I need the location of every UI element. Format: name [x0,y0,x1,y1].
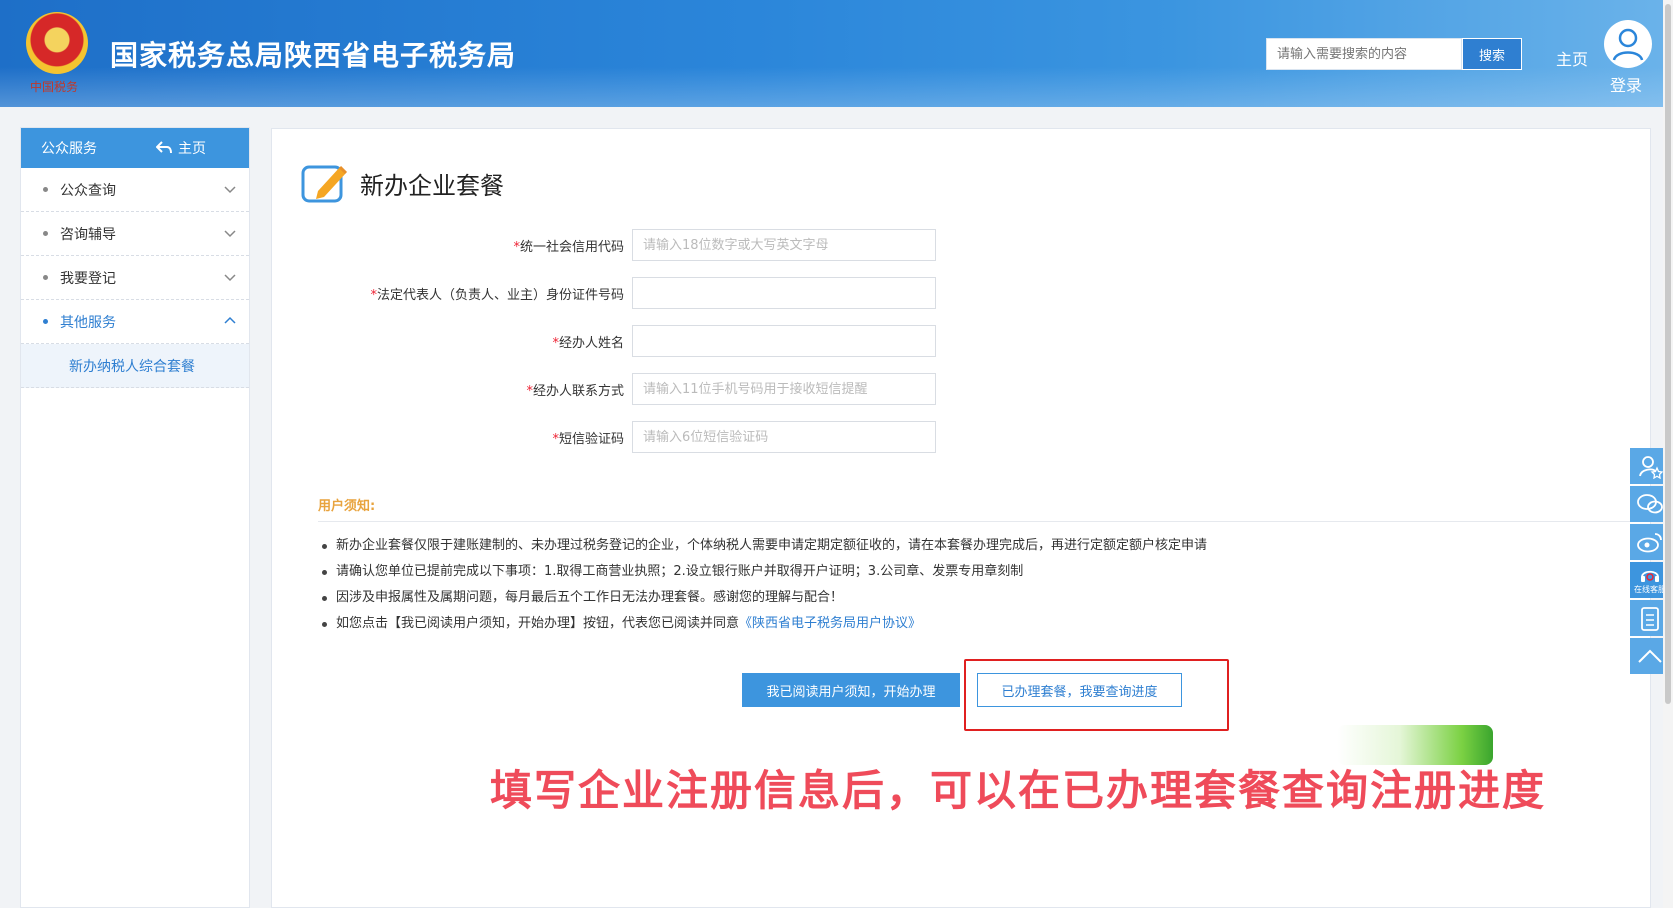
scrollbar-thumb[interactable] [1665,4,1671,704]
form-row-credit-code: *统一社会信用代码 [272,229,936,261]
agent-phone-input[interactable] [632,373,936,405]
sidebar: 公众服务 主页 公众查询 咨询辅导 我要登记 其他服务 新办纳税人综合套餐 [20,127,250,908]
sms-code-label: *短信验证码 [552,431,624,447]
sidebar-item-register[interactable]: 我要登记 [21,256,249,300]
home-link[interactable]: 主页 [1556,46,1588,70]
edit-form-icon [301,165,348,203]
bullet-icon [43,187,48,192]
credit-code-label: *统一社会信用代码 [513,239,624,255]
chevron-down-icon [224,274,236,282]
page-title-row: 新办企业套餐 [300,161,504,205]
agent-name-label: *经办人姓名 [552,335,624,351]
form-row-agent-phone: *经办人联系方式 [272,373,936,405]
chevron-up-icon [224,316,236,324]
sms-code-input[interactable] [632,421,936,453]
legal-rep-id-label: *法定代表人（负责人、业主）身份证件号码 [370,287,624,303]
sidebar-item-label: 其他服务 [60,314,116,331]
form-row-agent-name: *经办人姓名 [272,325,936,357]
user-avatar-icon[interactable] [1604,20,1652,68]
main-panel: 新办企业套餐 *统一社会信用代码 *法定代表人（负责人、业主）身份证件号码 *经… [271,128,1652,908]
page-scrollbar[interactable] [1663,0,1673,908]
notice-item: 因涉及申报属性及属期问题，每月最后五个工作日无法办理套餐。感谢您的理解与配合！ [320,585,1207,611]
login-link[interactable]: 登录 [1610,72,1642,96]
sidebar-header: 公众服务 主页 [21,128,249,168]
agent-name-input[interactable] [632,325,936,357]
notice-divider [318,521,1652,522]
sidebar-home-link[interactable]: 主页 [156,138,206,158]
sidebar-item-label: 公众查询 [60,182,116,199]
start-processing-button[interactable]: 我已阅读用户须知，开始办理 [742,673,960,707]
page-title: 新办企业套餐 [360,171,504,200]
notice-item: 请确认您单位已提前完成以下事项：1.取得工商营业执照；2.设立银行账户并取得开户… [320,559,1207,585]
form-row-legal-id: *法定代表人（负责人、业主）身份证件号码 [272,277,936,309]
agent-phone-label: *经办人联系方式 [526,383,624,399]
sidebar-item-label: 咨询辅导 [60,226,116,243]
online-service-label: 在线客服 [1634,584,1666,594]
legal-rep-id-input[interactable] [632,277,936,309]
sidebar-home-label: 主页 [178,141,206,157]
site-title: 国家税务总局陕西省电子税务局 [110,39,517,72]
credit-code-input[interactable] [632,229,936,261]
site-header: 中国税务 国家税务总局陕西省电子税务局 搜索 主页 登录 [0,0,1673,107]
notice-title: 用户须知: [318,499,376,514]
notice-item: 新办企业套餐仅限于建账建制的、未办理过税务登记的企业，个体纳税人需要申请定期定额… [320,533,1207,559]
tutorial-annotation: 填写企业注册信息后，可以在已办理套餐查询注册进度 [490,766,1547,815]
back-arrow-icon [156,141,172,154]
bullet-icon [43,319,48,324]
search-input[interactable] [1266,38,1462,70]
user-agreement-link[interactable]: 《陕西省电子税务局用户协议》 [739,616,921,631]
bullet-icon [43,275,48,280]
red-highlight-box [964,659,1229,731]
form-row-sms-code: *短信验证码 [272,421,936,453]
chevron-down-icon [224,186,236,194]
sidebar-item-public-query[interactable]: 公众查询 [21,168,249,212]
chevron-down-icon [224,230,236,238]
sidebar-subitem-new-taxpayer-package[interactable]: 新办纳税人综合套餐 [21,344,249,388]
sidebar-item-label: 我要登记 [60,270,116,287]
bullet-icon [43,231,48,236]
notice-item: 如您点击【我已阅读用户须知，开始办理】按钮，代表您已阅读并同意《陕西省电子税务局… [320,611,1207,637]
notice-item-text: 如您点击【我已阅读用户须知，开始办理】按钮，代表您已阅读并同意 [336,616,740,631]
sidebar-item-consult[interactable]: 咨询辅导 [21,212,249,256]
emblem-caption: 中国税务 [30,80,79,94]
search-button[interactable]: 搜索 [1462,38,1522,70]
sidebar-item-other-services[interactable]: 其他服务 [21,300,249,344]
notice-list: 新办企业套餐仅限于建账建制的、未办理过税务登记的企业，个体纳税人需要申请定期定额… [320,533,1207,637]
sidebar-section-title: 公众服务 [41,141,97,157]
tax-emblem-icon [26,12,88,74]
